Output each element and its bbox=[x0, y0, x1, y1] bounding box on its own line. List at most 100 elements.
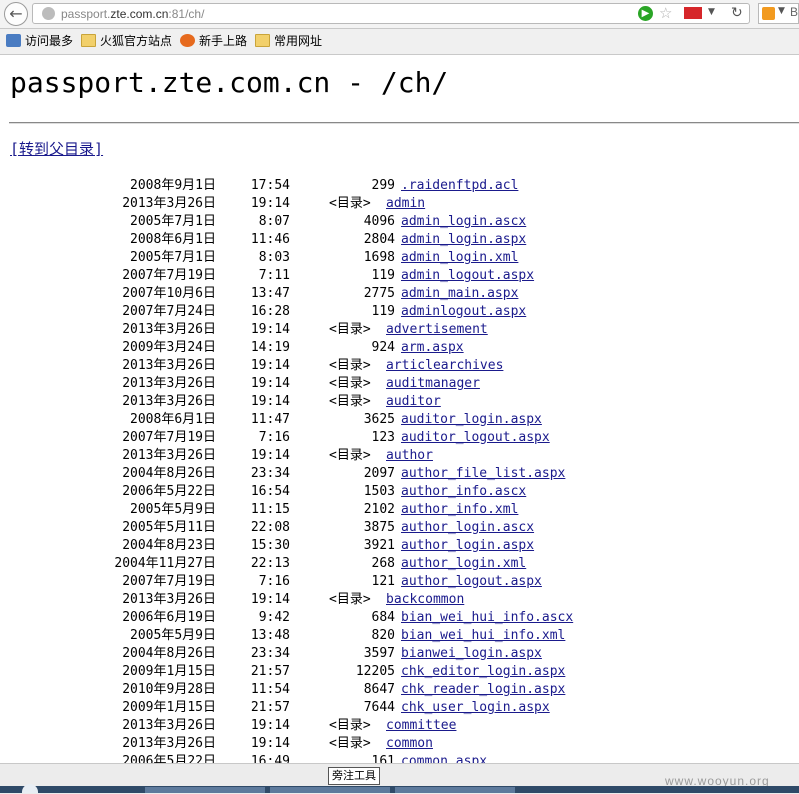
file-link[interactable]: auditor_logout.aspx bbox=[401, 429, 550, 447]
entry-date: 2013年3月26日 bbox=[122, 358, 216, 373]
search-engine-chevron-icon[interactable]: ▼ bbox=[778, 6, 785, 16]
directory-marker: <目录> bbox=[329, 322, 371, 337]
file-link[interactable]: chk_reader_login.aspx bbox=[401, 681, 565, 699]
directory-link[interactable]: committee bbox=[386, 717, 456, 735]
folder-icon bbox=[81, 34, 96, 47]
file-link[interactable]: admin_logout.aspx bbox=[401, 267, 534, 285]
entry-size: 299 bbox=[371, 178, 395, 193]
entry-date: 2008年9月1日 bbox=[130, 178, 216, 193]
file-link[interactable]: .raidenftpd.acl bbox=[401, 177, 518, 195]
entry-size: 2775 bbox=[363, 286, 395, 301]
bookmark-common-sites[interactable]: 常用网址 bbox=[255, 32, 327, 50]
file-link[interactable]: admin_login.aspx bbox=[401, 231, 526, 249]
entry-time: 21:57 bbox=[250, 664, 290, 679]
listing-row: 2010年9月28日 11:54 8647 chk_reader_login.aspx bbox=[0, 681, 799, 699]
entry-date: 2013年3月26日 bbox=[122, 394, 216, 409]
url-suffix: :81/ch/ bbox=[168, 7, 205, 21]
entry-size: 12205 bbox=[355, 664, 395, 679]
file-link[interactable]: admin_login.xml bbox=[401, 249, 518, 267]
bookmark-most-visited[interactable]: 访问最多 bbox=[6, 32, 82, 50]
entry-date: 2005年5月9日 bbox=[130, 502, 216, 517]
entry-date: 2009年3月24日 bbox=[122, 340, 216, 355]
bookmark-star-icon[interactable]: ☆ bbox=[659, 4, 672, 22]
entry-size: 8647 bbox=[363, 682, 395, 697]
bookmark-getting-started[interactable]: 新手上路 bbox=[180, 32, 252, 50]
file-link[interactable]: author_login.aspx bbox=[401, 537, 534, 555]
directory-link[interactable]: articlearchives bbox=[386, 357, 503, 375]
entry-time: 21:57 bbox=[250, 700, 290, 715]
reload-icon[interactable]: ↻ bbox=[731, 4, 743, 22]
entry-time: 16:54 bbox=[250, 484, 290, 499]
entry-date: 2005年7月1日 bbox=[130, 214, 216, 229]
entry-date: 2008年6月1日 bbox=[130, 232, 216, 247]
entry-time: 17:54 bbox=[250, 178, 290, 193]
file-link[interactable]: bian_wei_hui_info.xml bbox=[401, 627, 565, 645]
directory-link[interactable]: advertisement bbox=[386, 321, 488, 339]
listing-row: 2007年7月19日 7:16 121 author_logout.aspx bbox=[0, 573, 799, 591]
listing-row: 2013年3月26日 19:14 <目录> auditmanager bbox=[0, 375, 799, 393]
entry-date: 2007年7月19日 bbox=[122, 574, 216, 589]
entry-time: 19:14 bbox=[250, 394, 290, 409]
entry-time: 13:47 bbox=[250, 286, 290, 301]
go-arrow-icon[interactable]: ▶ bbox=[638, 6, 653, 21]
entry-time: 8:07 bbox=[258, 214, 290, 229]
directory-link[interactable]: auditmanager bbox=[386, 375, 480, 393]
entry-size: 121 bbox=[371, 574, 395, 589]
file-link[interactable]: adminlogout.aspx bbox=[401, 303, 526, 321]
listing-row: 2013年3月26日 19:14 <目录> common bbox=[0, 735, 799, 753]
file-link[interactable]: arm.aspx bbox=[401, 339, 464, 357]
flag-icon[interactable] bbox=[684, 7, 702, 19]
url-text[interactable]: passport.zte.com.cn:81/ch/ bbox=[61, 5, 204, 23]
entry-date: 2007年10月6日 bbox=[122, 286, 216, 301]
listing-row: 2008年9月1日 17:54 299 .raidenftpd.acl bbox=[0, 177, 799, 195]
entry-size: 119 bbox=[371, 268, 395, 283]
file-link[interactable]: bian_wei_hui_info.ascx bbox=[401, 609, 573, 627]
entry-time: 11:46 bbox=[250, 232, 290, 247]
entry-size: 1503 bbox=[363, 484, 395, 499]
bookmark-label: 火狐官方站点 bbox=[100, 34, 173, 48]
directory-marker: <目录> bbox=[329, 718, 371, 733]
file-link[interactable]: author_file_list.aspx bbox=[401, 465, 565, 483]
file-link[interactable]: author_logout.aspx bbox=[401, 573, 542, 591]
file-link[interactable]: chk_editor_login.aspx bbox=[401, 663, 565, 681]
listing-row: 2009年1月15日 21:57 12205 chk_editor_login.asp… bbox=[0, 663, 799, 681]
entry-size: 119 bbox=[371, 304, 395, 319]
chevron-down-icon[interactable]: ▼ bbox=[708, 7, 715, 17]
directory-link[interactable]: auditor bbox=[386, 393, 441, 411]
listing-row: 2004年8月23日 15:30 3921 author_login.aspx bbox=[0, 537, 799, 555]
directory-link[interactable]: author bbox=[386, 447, 433, 465]
directory-link[interactable]: common bbox=[386, 735, 433, 753]
listing-row: 2004年11月27日 22:13 268 author_login.xml bbox=[0, 555, 799, 573]
entry-date: 2010年9月28日 bbox=[122, 682, 216, 697]
search-box[interactable]: ▼ B bbox=[758, 3, 799, 24]
search-engine-logo-icon[interactable] bbox=[762, 7, 775, 20]
start-button-icon[interactable] bbox=[22, 784, 38, 793]
file-link[interactable]: auditor_login.aspx bbox=[401, 411, 542, 429]
file-link[interactable]: bianwei_login.aspx bbox=[401, 645, 542, 663]
bookmark-label: 新手上路 bbox=[199, 34, 248, 48]
back-arrow-icon[interactable]: ← bbox=[4, 2, 28, 26]
parent-directory-link[interactable]: [转到父目录] bbox=[10, 139, 103, 159]
file-link[interactable]: admin_main.aspx bbox=[401, 285, 518, 303]
listing-row: 2008年6月1日 11:47 3625 auditor_login.aspx bbox=[0, 411, 799, 429]
file-link[interactable]: author_login.ascx bbox=[401, 519, 534, 537]
directory-link[interactable]: admin bbox=[386, 195, 425, 213]
taskbar-button[interactable] bbox=[270, 787, 390, 793]
file-link[interactable]: admin_login.ascx bbox=[401, 213, 526, 231]
taskbar-button[interactable] bbox=[145, 787, 265, 793]
listing-row: 2013年3月26日 19:14 <目录> advertisement bbox=[0, 321, 799, 339]
file-link[interactable]: author_info.xml bbox=[401, 501, 518, 519]
listing-row: 2006年5月22日 16:49 161 common.aspx bbox=[0, 753, 799, 763]
file-link[interactable]: chk_user_login.aspx bbox=[401, 699, 550, 717]
entry-time: 15:30 bbox=[250, 538, 290, 553]
entry-time: 19:14 bbox=[250, 322, 290, 337]
bookmark-firefox-official[interactable]: 火狐官方站点 bbox=[81, 32, 177, 50]
address-bar[interactable]: passport.zte.com.cn:81/ch/ ▶ ☆ ▼ ↻ bbox=[32, 3, 750, 24]
taskbar-button[interactable] bbox=[395, 787, 515, 793]
listing-row: 2007年7月19日 7:16 123 auditor_logout.aspx bbox=[0, 429, 799, 447]
directory-link[interactable]: backcommon bbox=[386, 591, 464, 609]
file-link[interactable]: common.aspx bbox=[401, 753, 487, 763]
listing-row: 2008年6月1日 11:46 2804 admin_login.aspx bbox=[0, 231, 799, 249]
file-link[interactable]: author_login.xml bbox=[401, 555, 526, 573]
file-link[interactable]: author_info.ascx bbox=[401, 483, 526, 501]
